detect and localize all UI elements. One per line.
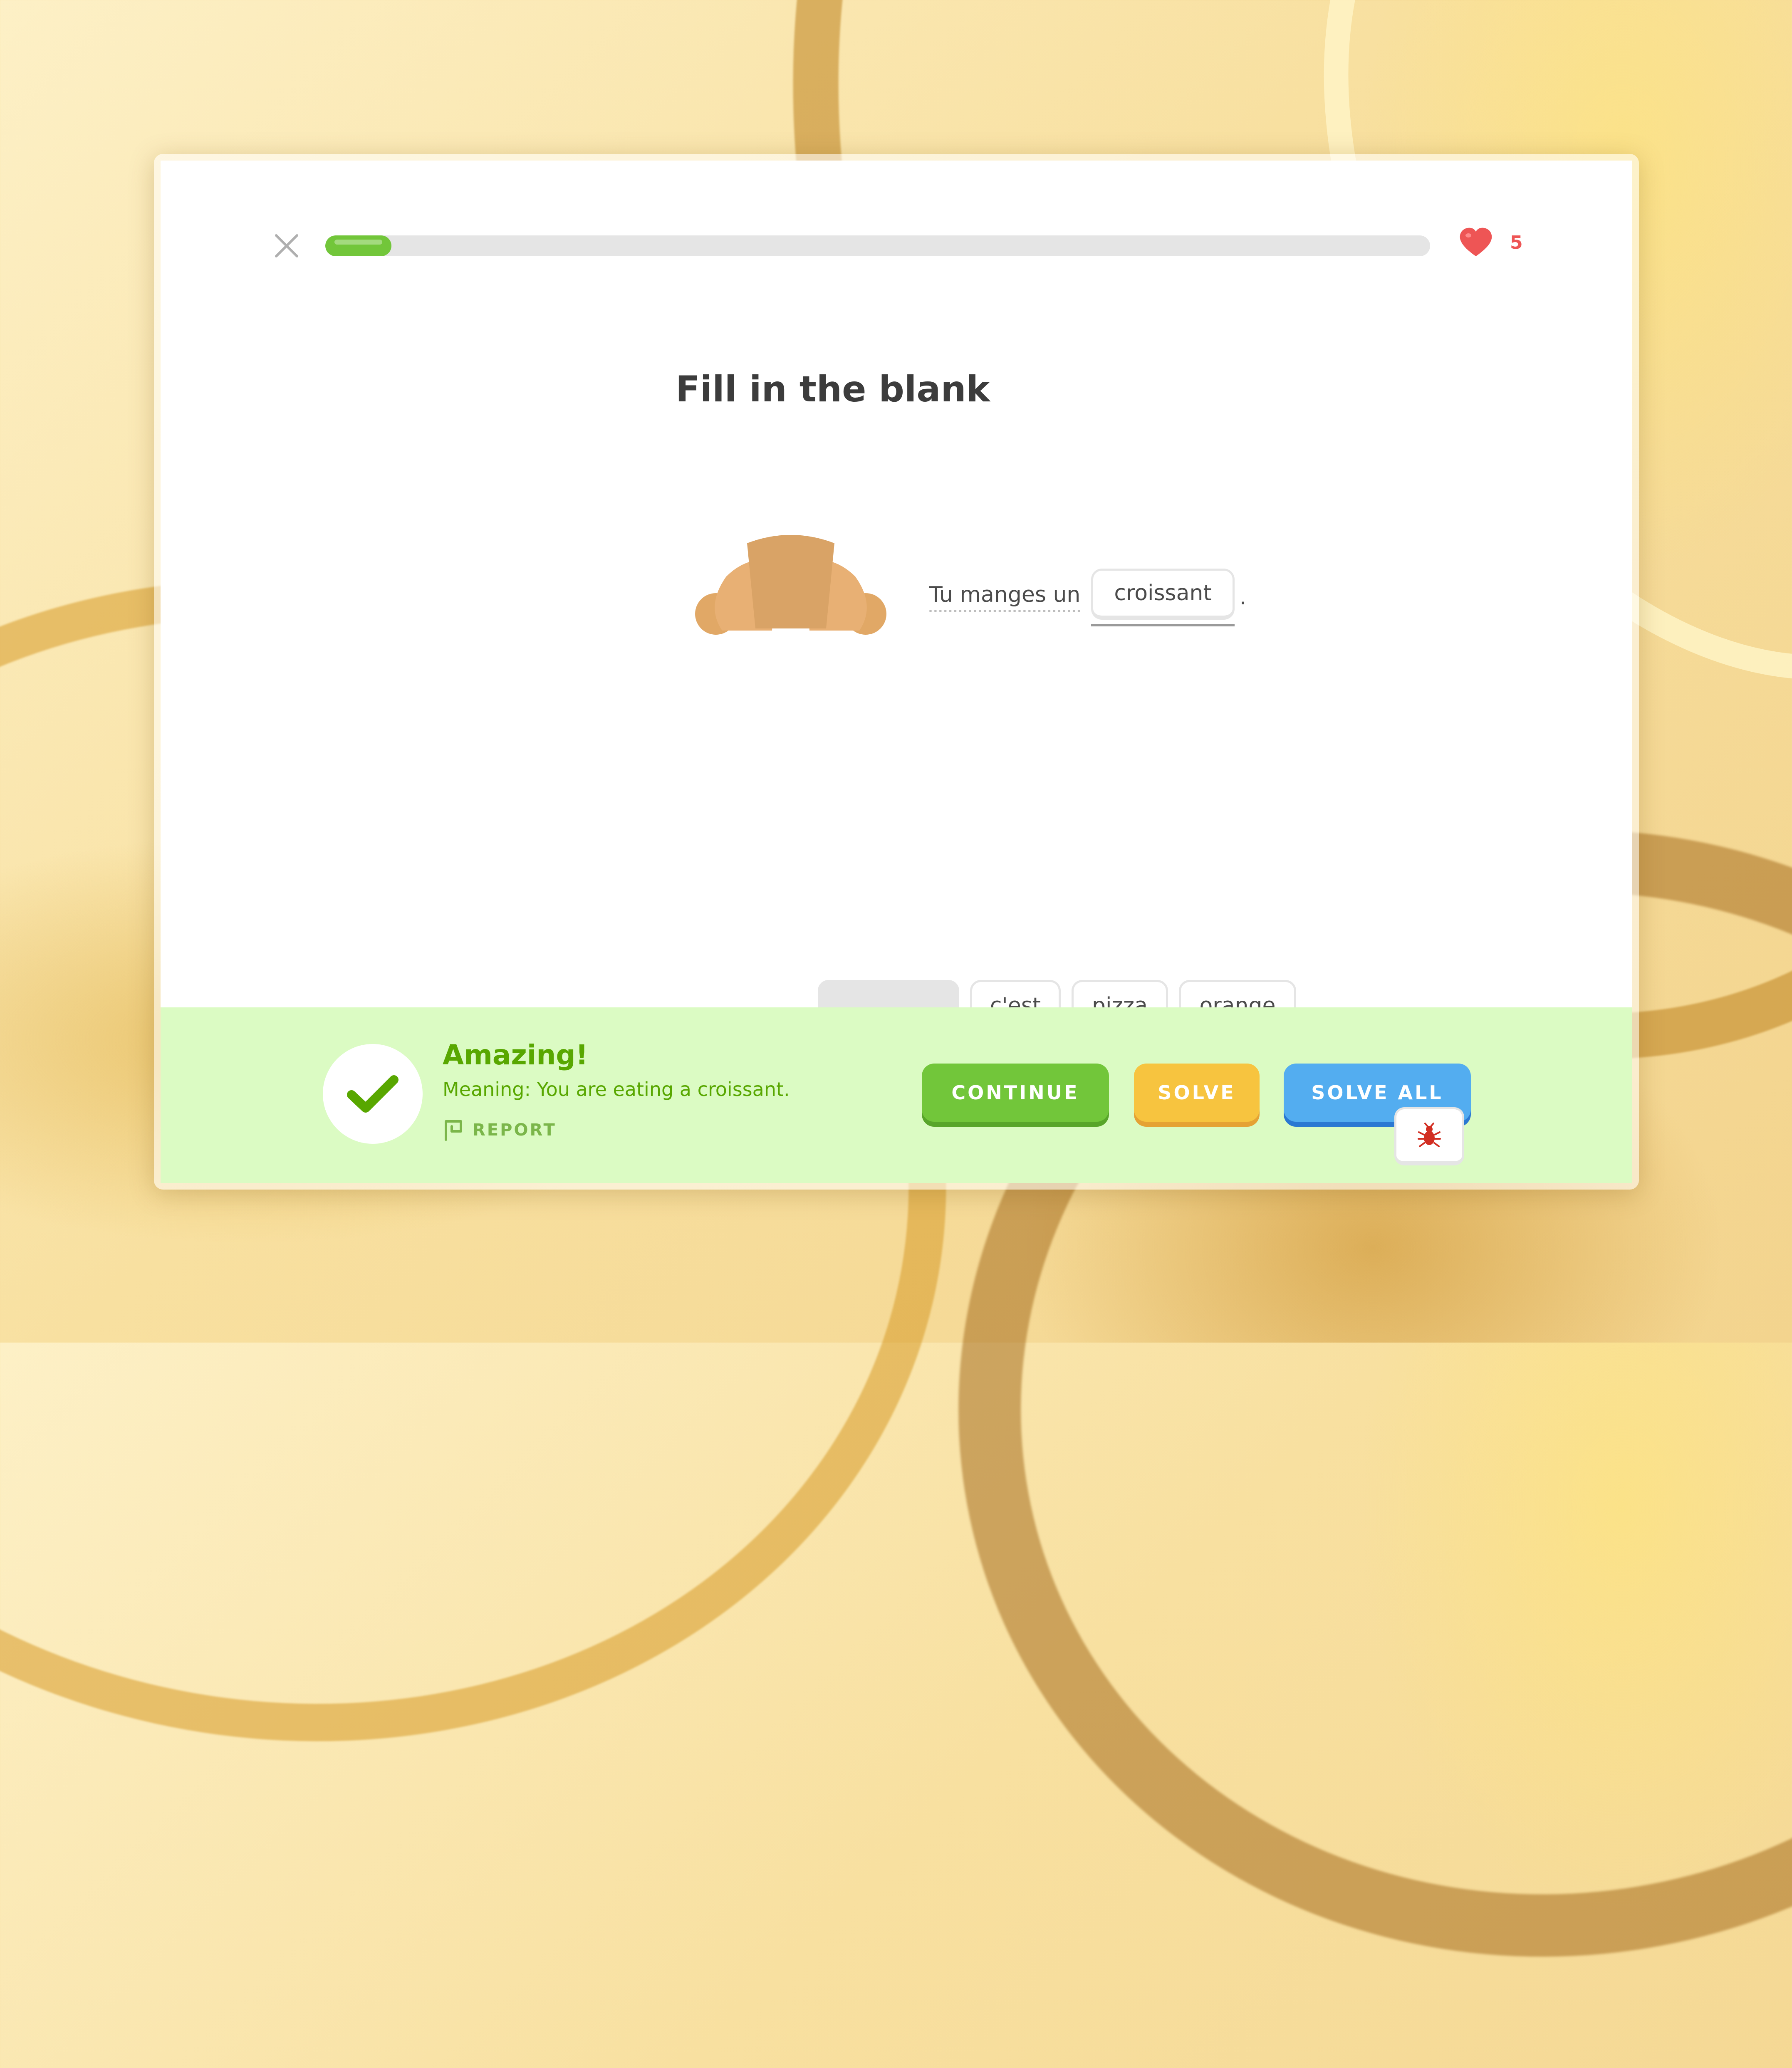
hearts-count: 5 [1510,232,1523,253]
croissant-icon [695,535,886,635]
sentence-suffix: . [1239,585,1247,610]
continue-button[interactable]: CONTINUE [922,1064,1109,1122]
hearts-counter: 5 [1458,227,1523,258]
checkmark-icon [347,1075,398,1113]
challenge-title: Fill in the blank [676,369,990,410]
close-icon [275,234,298,257]
app-window: 5 Fill in the blank Tu manges un croissa… [154,154,1639,1190]
flag-icon [445,1120,462,1141]
solve-button[interactable]: SOLVE [1134,1064,1260,1122]
success-badge [323,1044,423,1144]
heart-icon [1460,228,1492,256]
lesson-panel: 5 Fill in the blank Tu manges un croissa… [161,161,1632,1183]
bug-icon [1418,1122,1441,1147]
report-label: REPORT [473,1121,557,1140]
close-button[interactable] [272,231,301,260]
feedback-title: Amazing! [443,1039,588,1071]
debug-button[interactable] [1394,1107,1464,1165]
lesson-progress-bar [325,235,1430,256]
answer-chip[interactable]: croissant [1091,568,1235,620]
croissant-image [693,531,889,639]
progress-fill [325,235,392,256]
sentence-prefix[interactable]: Tu manges un [929,582,1081,612]
answer-blank: croissant [1091,568,1235,626]
challenge-sentence: Tu manges un croissant . [929,564,1246,631]
feedback-meaning: Meaning: You are eating a croissant. [443,1078,790,1101]
report-button[interactable]: REPORT [443,1119,557,1141]
